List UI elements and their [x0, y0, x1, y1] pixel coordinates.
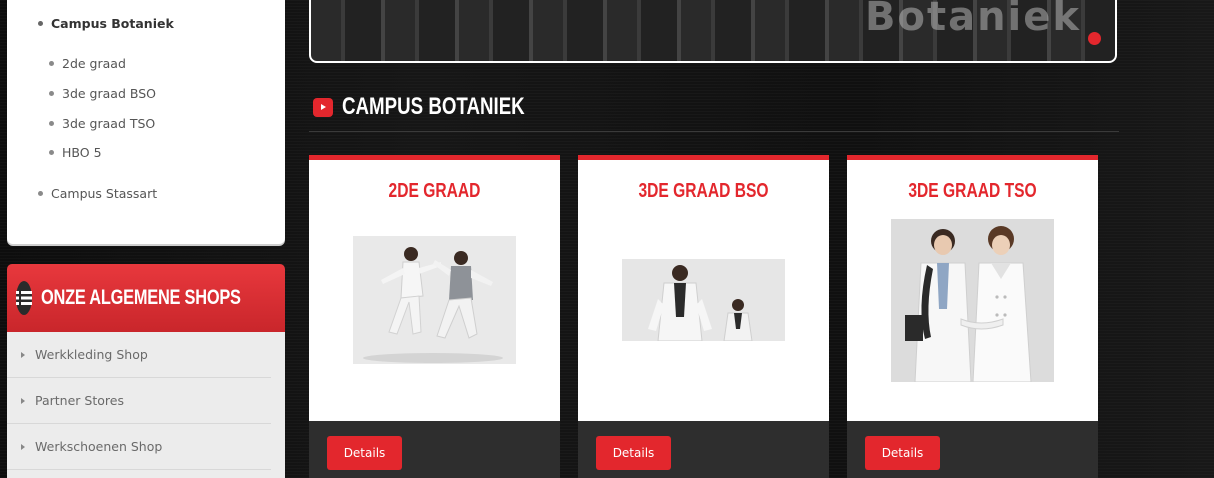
banner-text: Botaniek — [865, 0, 1081, 40]
shops-panel: ONZE ALGEMENE SHOPS Werkkleding Shop Par… — [7, 264, 285, 478]
bullet-icon — [38, 21, 43, 26]
shops-title: ONZE ALGEMENE SHOPS — [41, 286, 241, 309]
nav-3de-graad-tso[interactable]: 3de graad TSO — [49, 116, 155, 131]
details-button[interactable]: Details — [327, 436, 402, 470]
shop-link-label: Werkkleding Shop — [35, 347, 148, 362]
card-body: 2DE GRAAD — [309, 155, 560, 421]
shop-link-partner-stores[interactable]: Partner Stores — [7, 378, 271, 424]
banner-dot-icon[interactable] — [1088, 32, 1101, 45]
card-footer: Details — [578, 421, 829, 478]
product-card-3de-graad-bso: 3DE GRAAD BSO Details — [578, 155, 829, 478]
nav-label: 2de graad — [62, 56, 126, 71]
bullet-icon — [49, 91, 54, 96]
shop-link-label: Werkschoenen Shop — [35, 439, 163, 454]
caret-right-icon — [21, 351, 25, 358]
card-photo[interactable] — [622, 259, 785, 341]
nav-label: Campus Botaniek — [51, 16, 174, 31]
card-title[interactable]: 2DE GRAAD — [337, 180, 533, 203]
caret-right-icon — [21, 443, 25, 450]
nav-campus-stassart[interactable]: Campus Stassart — [38, 186, 157, 201]
nav-label: 3de graad TSO — [62, 116, 156, 131]
shops-list: Werkkleding Shop Partner Stores Werkscho… — [7, 332, 285, 478]
bullet-icon — [38, 191, 43, 196]
bullet-icon — [49, 150, 54, 155]
shop-link-label: Partner Stores — [35, 393, 124, 408]
details-button[interactable]: Details — [596, 436, 671, 470]
nav-label: Campus Stassart — [51, 186, 158, 201]
product-card-3de-graad-tso: 3DE GRAAD TSO Details — [847, 155, 1098, 478]
nav-hbo-5[interactable]: HBO 5 — [49, 145, 102, 160]
bullet-icon — [49, 121, 54, 126]
nav-3de-graad-bso[interactable]: 3de graad BSO — [49, 86, 156, 101]
section-heading: CAMPUS BOTANIEK — [313, 93, 576, 121]
bullet-icon — [49, 61, 54, 66]
shop-link-werkkleding[interactable]: Werkkleding Shop — [7, 332, 271, 378]
nav-label: 3de graad BSO — [62, 86, 156, 101]
card-title[interactable]: 3DE GRAAD BSO — [606, 180, 802, 203]
page-title: CAMPUS BOTANIEK — [342, 93, 525, 120]
card-title[interactable]: 3DE GRAAD TSO — [875, 180, 1071, 203]
divider — [309, 131, 1119, 132]
caret-right-icon — [21, 397, 25, 404]
card-photo[interactable] — [891, 219, 1054, 382]
product-card-2de-graad: 2DE GRAAD Details — [309, 155, 560, 478]
nav-campus-botaniek[interactable]: Campus Botaniek — [38, 16, 174, 31]
details-button[interactable]: Details — [865, 436, 940, 470]
list-icon — [16, 281, 32, 315]
shop-link-werkschoenen[interactable]: Werkschoenen Shop — [7, 424, 271, 470]
card-body: 3DE GRAAD TSO — [847, 155, 1098, 421]
card-body: 3DE GRAAD BSO — [578, 155, 829, 421]
campus-banner: Botaniek — [309, 0, 1117, 63]
play-icon — [313, 97, 333, 117]
campus-nav: Campus Botaniek 2de graad 3de graad BSO … — [7, 0, 285, 244]
card-footer: Details — [847, 421, 1098, 478]
shops-header: ONZE ALGEMENE SHOPS — [7, 264, 285, 332]
card-footer: Details — [309, 421, 560, 478]
nav-2de-graad[interactable]: 2de graad — [49, 56, 126, 71]
nav-label: HBO 5 — [62, 145, 102, 160]
card-photo[interactable] — [353, 236, 516, 364]
